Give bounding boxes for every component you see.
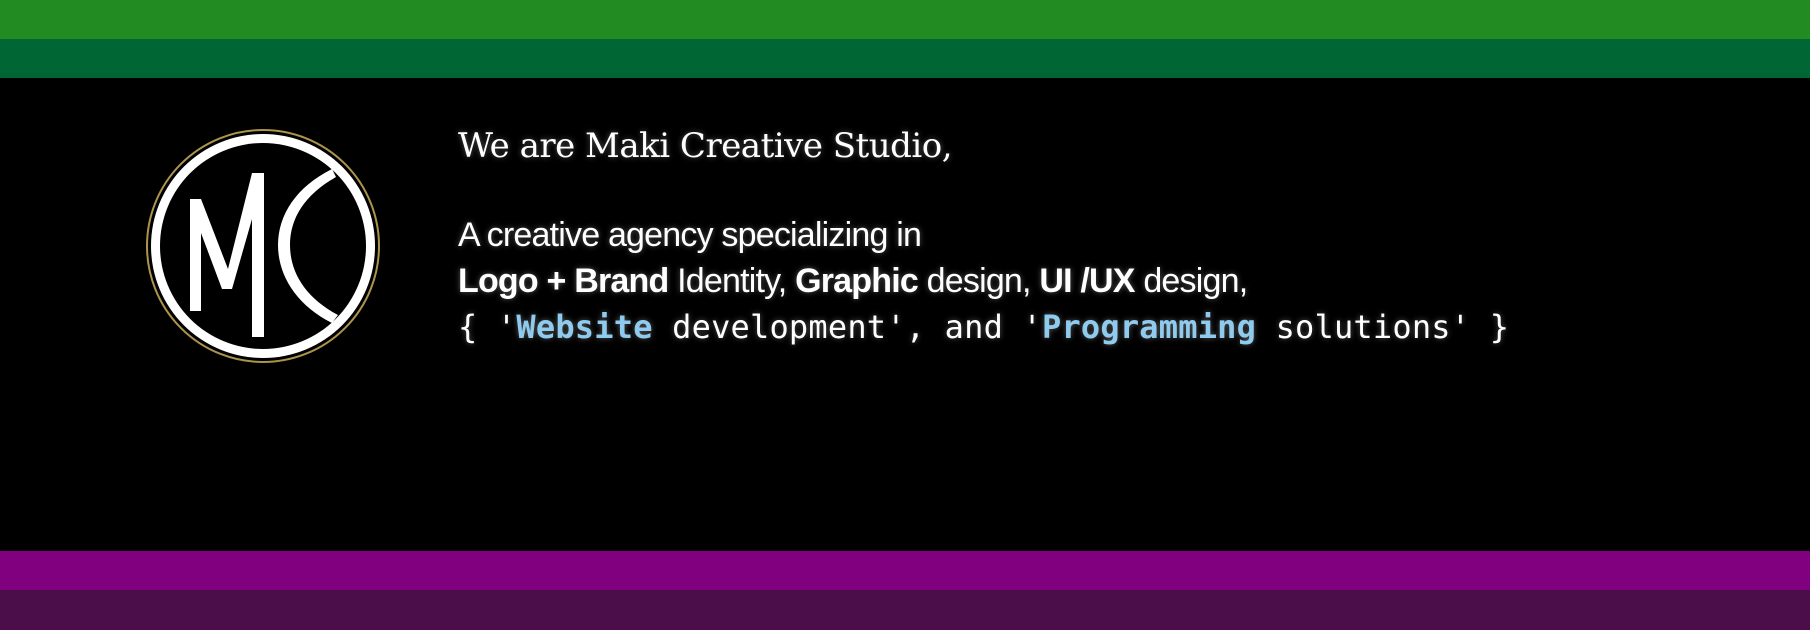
service-uiux-rest: design, [1134,262,1248,300]
intro-text: We are Maki Creative Studio, A creative … [458,126,1509,350]
top-stripe-dark-green [0,39,1810,78]
service-graphic-rest: design, [918,262,1040,300]
code-close: solutions' } [1256,308,1510,346]
services-intro: A creative agency specializing in [458,216,922,254]
code-middle: development', and ' [652,308,1042,346]
code-website: Website [516,308,653,346]
service-uiux: UI /UX [1039,262,1135,300]
bottom-stripe-dark-purple [0,590,1810,630]
greeting-heading: We are Maki Creative Studio, [458,126,953,166]
mc-logo-icon [146,129,380,363]
code-open: { ' [458,308,517,346]
service-logo-brand: Logo + Brand [458,262,669,300]
services-list: Logo + Brand Identity, Graphic design, U… [458,258,1509,304]
hero-banner: We are Maki Creative Studio, A creative … [0,0,1810,630]
code-line: { 'Website development', and 'Programmin… [458,304,1509,350]
top-stripe-green [0,0,1810,39]
service-identity: Identity, [668,262,796,300]
code-programming: Programming [1041,308,1257,346]
service-graphic: Graphic [795,262,919,300]
bottom-stripe-purple [0,551,1810,590]
